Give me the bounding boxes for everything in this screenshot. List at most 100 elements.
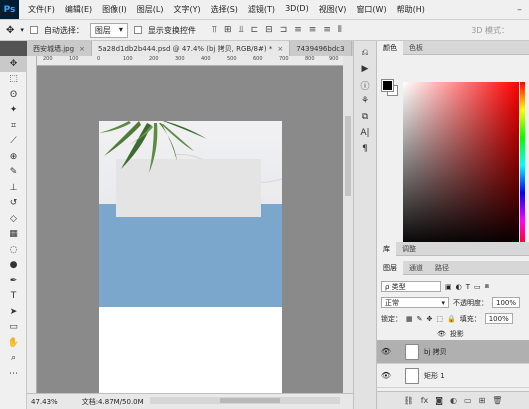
history-icon[interactable]: ⎌: [354, 45, 376, 61]
eye-icon[interactable]: 👁: [377, 347, 395, 356]
align-top-icon[interactable]: ⫪: [212, 25, 217, 35]
tab-library[interactable]: 库: [377, 242, 396, 256]
canvas-area[interactable]: [37, 66, 343, 395]
marquee-tool-icon[interactable]: ⬚: [0, 72, 27, 88]
gradient-tool-icon[interactable]: ▦: [0, 227, 27, 243]
lock-all-icon[interactable]: 🔒: [447, 315, 456, 323]
menu-filter[interactable]: 滤镜(T): [243, 4, 280, 15]
menu-3d[interactable]: 3D(D): [280, 4, 314, 15]
menu-edit[interactable]: 编辑(E): [60, 4, 97, 15]
trash-icon[interactable]: 🗑: [492, 396, 502, 405]
distribute-bottom-icon[interactable]: ≡: [323, 25, 331, 35]
tab-paths[interactable]: 路径: [429, 261, 455, 275]
tab-channels[interactable]: 通道: [403, 261, 429, 275]
folder-icon[interactable]: ▭: [464, 396, 472, 405]
tab-color[interactable]: 颜色: [377, 41, 403, 55]
eyedropper-icon[interactable]: ⟋: [0, 134, 27, 150]
layer-filter-dropdown[interactable]: ρ 类型: [381, 281, 441, 292]
shape-tool-icon[interactable]: ▭: [0, 320, 27, 336]
minimize-icon[interactable]: –: [510, 0, 529, 19]
layer-name[interactable]: bj 拷贝: [424, 347, 447, 357]
eye-icon[interactable]: 👁: [377, 371, 395, 380]
auto-select-checkbox[interactable]: [29, 26, 38, 34]
align-bottom-icon[interactable]: ⫫: [239, 25, 244, 35]
filter-smart-icon[interactable]: ⧈: [485, 282, 489, 291]
distribute-vcenter-icon[interactable]: ≡: [309, 25, 317, 35]
info-icon[interactable]: ⓘ: [354, 77, 376, 93]
brush-tool-icon[interactable]: ✎: [0, 165, 27, 181]
eye-icon[interactable]: 👁: [437, 330, 446, 338]
menu-file[interactable]: 文件(F): [23, 4, 60, 15]
filter-pixel-icon[interactable]: ▣: [445, 283, 452, 291]
foreground-color-swatch[interactable]: [382, 80, 393, 91]
effect-row[interactable]: 👁 投影: [377, 328, 529, 340]
move-tool-icon[interactable]: ✥: [0, 56, 27, 72]
blur-tool-icon[interactable]: ◌: [0, 242, 27, 258]
tab-7439[interactable]: 7439496bdc3: [290, 41, 352, 56]
show-transform-checkbox[interactable]: [133, 26, 142, 34]
new-layer-icon[interactable]: ⊞: [479, 396, 486, 405]
link-icon[interactable]: ⛓: [404, 396, 414, 405]
layer-name[interactable]: 矩形 1: [424, 371, 445, 381]
adjustment-icon[interactable]: ◐: [450, 396, 457, 405]
menu-image[interactable]: 图像(I): [97, 4, 132, 15]
distribute-left-icon[interactable]: ⦀: [338, 25, 342, 35]
fill-input[interactable]: 100%: [484, 313, 513, 324]
hand-tool-icon[interactable]: ✋: [0, 335, 27, 351]
tab-swatches[interactable]: 色板: [403, 41, 429, 55]
align-right-icon[interactable]: ⊐: [280, 25, 288, 35]
lock-position-icon[interactable]: ✥: [427, 315, 433, 323]
zoom-tool-icon[interactable]: ⌕: [0, 351, 27, 367]
layer-row-rect1[interactable]: 👁 矩形 1: [377, 364, 529, 388]
scroll-thumb[interactable]: [220, 398, 280, 403]
scroll-thumb[interactable]: [345, 116, 351, 196]
chevron-down-icon[interactable]: ▾: [20, 26, 24, 34]
menu-window[interactable]: 窗口(W): [351, 4, 391, 15]
lock-artboard-icon[interactable]: ⬚: [436, 315, 443, 323]
align-hcenter-icon[interactable]: ⊟: [265, 25, 273, 35]
align-vcenter-icon[interactable]: ⊞: [224, 25, 232, 35]
pen-tool-icon[interactable]: ✒: [0, 273, 27, 289]
lasso-tool-icon[interactable]: ʘ: [0, 87, 27, 103]
color-picker-field[interactable]: [403, 82, 519, 248]
opacity-input[interactable]: 100%: [492, 297, 521, 308]
dodge-tool-icon[interactable]: ●: [0, 258, 27, 274]
distribute-top-icon[interactable]: ≡: [294, 25, 302, 35]
horizontal-scrollbar[interactable]: [150, 397, 340, 404]
tab-xian[interactable]: 西安城墙.jpg ×: [27, 41, 92, 56]
stamp-tool-icon[interactable]: ⊥: [0, 180, 27, 196]
crop-tool-icon[interactable]: ⌗: [0, 118, 27, 134]
filter-shape-icon[interactable]: ▭: [474, 283, 481, 291]
hue-slider[interactable]: [520, 82, 525, 248]
path-select-icon[interactable]: ➤: [0, 304, 27, 320]
filter-type-icon[interactable]: T: [466, 283, 470, 291]
healing-brush-icon[interactable]: ⊕: [0, 149, 27, 165]
close-icon[interactable]: ×: [277, 45, 283, 53]
auto-select-dropdown[interactable]: 图层 ▾: [89, 22, 128, 38]
tab-layers[interactable]: 图层: [377, 261, 403, 275]
menu-type[interactable]: 文字(Y): [168, 4, 205, 15]
magic-wand-icon[interactable]: ✦: [0, 103, 27, 119]
blend-mode-dropdown[interactable]: 正常 ▾: [381, 297, 449, 308]
brush-settings-icon[interactable]: ⚘: [354, 93, 376, 109]
history-brush-icon[interactable]: ↺: [0, 196, 27, 212]
tab-psd[interactable]: 5a28d1db2b444.psd @ 47.4% (bj 拷贝, RGB/8#…: [91, 41, 291, 56]
zoom-level[interactable]: 47.43%: [31, 398, 58, 406]
lock-paint-icon[interactable]: ✎: [417, 315, 423, 323]
vertical-scrollbar[interactable]: [343, 56, 353, 393]
actions-icon[interactable]: ▶: [354, 61, 376, 77]
more-tools-icon[interactable]: ⋯: [0, 366, 27, 382]
clone-source-icon[interactable]: ⧉: [354, 109, 376, 125]
menu-select[interactable]: 选择(S): [206, 4, 243, 15]
move-tool-icon[interactable]: ✥: [6, 25, 14, 36]
menu-layer[interactable]: 图层(L): [132, 4, 169, 15]
mask-icon[interactable]: ◙: [435, 396, 443, 405]
menu-view[interactable]: 视图(V): [314, 4, 352, 15]
eraser-icon[interactable]: ◇: [0, 211, 27, 227]
close-icon[interactable]: ×: [79, 45, 85, 53]
paragraph-icon[interactable]: ¶: [354, 141, 376, 157]
lock-pixels-icon[interactable]: ▦: [406, 315, 413, 323]
type-tool-icon[interactable]: T: [0, 289, 27, 305]
align-left-icon[interactable]: ⊏: [251, 25, 259, 35]
character-icon[interactable]: A|: [354, 125, 376, 141]
